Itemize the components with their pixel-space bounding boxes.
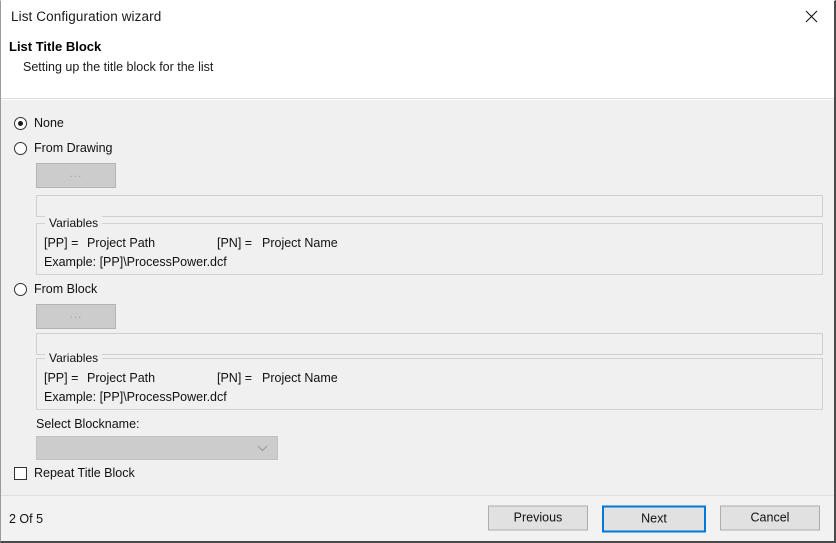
previous-button[interactable]: Previous [488,505,588,530]
block-pp-value: Project Path [87,371,156,385]
drawing-pp-value: Project Path [87,236,156,250]
block-pn-value: Project Name [262,371,338,385]
drawing-example: Example: [PP]\ProcessPower.dcf [44,255,227,269]
radio-none-label: None [34,116,64,130]
radio-none-indicator[interactable] [14,116,27,130]
select-blockname-dropdown[interactable] [36,436,278,460]
footer-button-group: Previous Next Cancel [488,505,820,532]
drawing-variables-group: Variables [PP] = Project Path [PN] = Pro… [36,216,823,275]
repeat-title-block-checkbox[interactable] [14,466,27,480]
block-pp-key: [PP] = [44,371,79,385]
block-variables-legend: Variables [45,351,103,365]
repeat-title-block-label: Repeat Title Block [34,466,135,480]
drawing-variables-legend: Variables [45,216,103,230]
radio-option-none[interactable]: None [14,116,64,130]
block-pn-key: [PN] = [217,371,253,385]
list-configuration-wizard-window: List Configuration wizard List Title Blo… [0,0,836,543]
window-title: List Configuration wizard [11,8,162,24]
drawing-pp-key: [PP] = [44,236,79,250]
title-bar: List Configuration wizard [1,1,834,31]
select-blockname-label: Select Blockname: [36,417,140,431]
radio-from-block-indicator[interactable] [14,282,27,296]
radio-from-block-label: From Block [34,282,98,296]
block-variables-group: Variables [PP] = Project Path [PN] = Pro… [36,351,823,410]
close-button[interactable] [788,1,834,31]
drawing-pn-key: [PN] = [217,236,253,250]
drawing-pn-value: Project Name [262,236,338,250]
radio-from-drawing-indicator[interactable] [14,141,27,155]
drawing-path-input[interactable] [36,195,823,217]
page-title: List Title Block [9,39,102,54]
chevron-down-icon [257,445,268,451]
drawing-browse-button[interactable]: ... [36,163,116,188]
radio-option-from-drawing[interactable]: From Drawing [14,141,113,155]
radio-option-from-block[interactable]: From Block [14,282,97,296]
next-button[interactable]: Next [602,505,706,532]
block-example: Example: [PP]\ProcessPower.dcf [44,390,227,404]
block-path-input[interactable] [36,333,823,355]
wizard-body: None From Drawing ... Variables [PP] = P… [1,99,834,495]
cancel-button[interactable]: Cancel [720,505,820,530]
wizard-footer: 2 Of 5 Previous Next Cancel [1,495,834,541]
wizard-header: List Configuration wizard List Title Blo… [1,1,834,99]
block-browse-button[interactable]: ... [36,304,116,329]
repeat-title-block-checkbox-row[interactable]: Repeat Title Block [14,466,135,480]
radio-from-drawing-label: From Drawing [34,141,113,155]
page-subtitle: Setting up the title block for the list [23,60,214,74]
close-x-icon [805,10,817,22]
page-indicator: 2 Of 5 [9,511,44,526]
